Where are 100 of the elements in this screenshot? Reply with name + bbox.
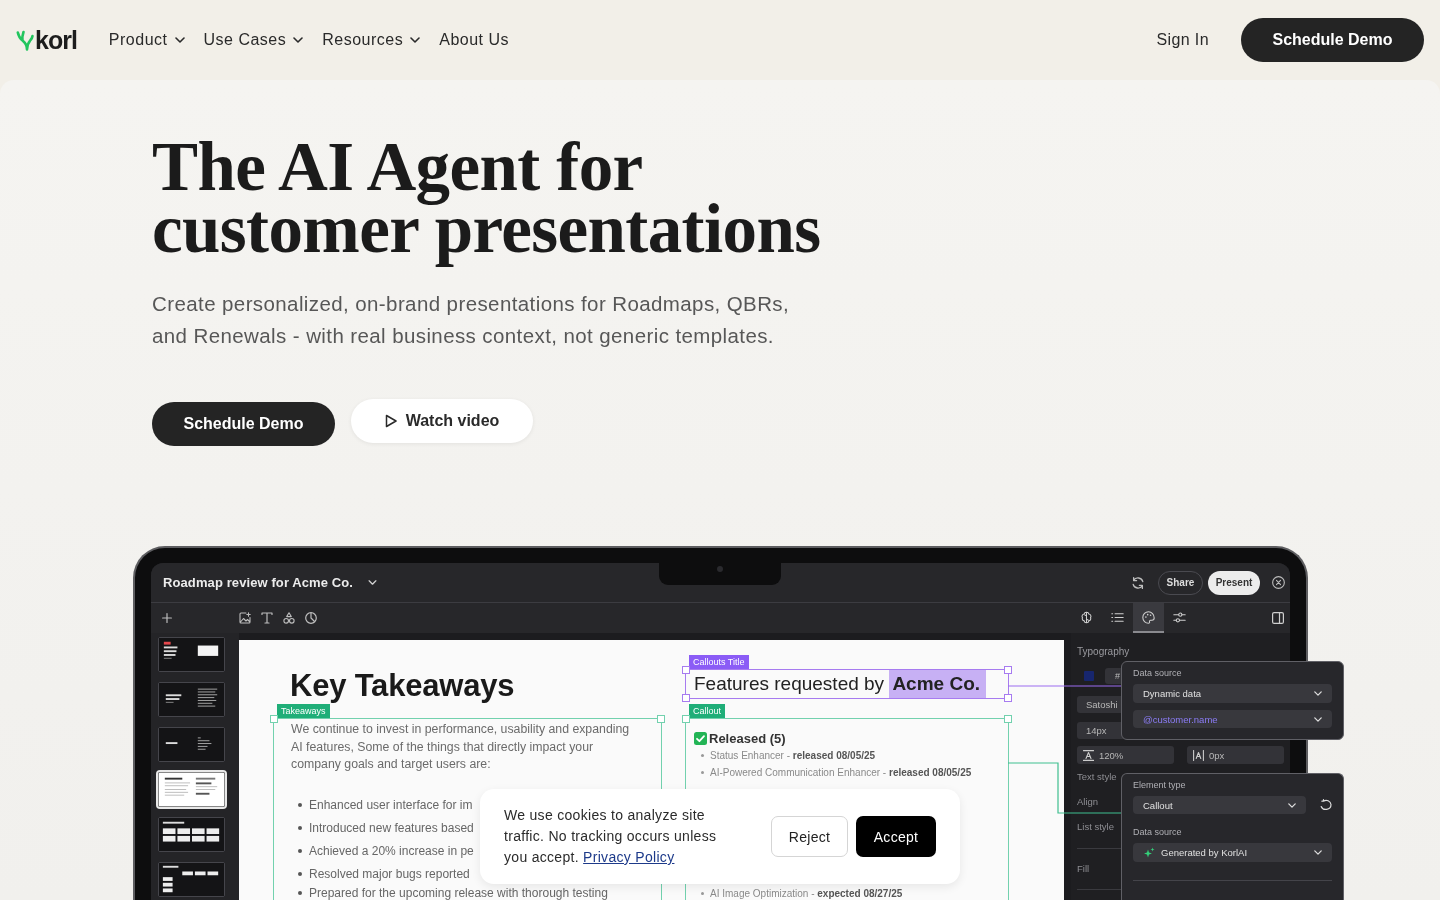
sliders-icon	[1173, 610, 1186, 624]
hero-headline: The AI Agent for customer presentations	[152, 130, 822, 266]
dropdown-field[interactable]: @customer.name	[1133, 710, 1332, 728]
nav-menu-item[interactable]: About Us	[439, 31, 510, 49]
line-height-icon	[1083, 749, 1094, 761]
resize-handle[interactable]	[1004, 694, 1012, 702]
refresh-icon[interactable]	[1320, 799, 1332, 811]
schedule-demo-button[interactable]: Schedule Demo	[1241, 18, 1424, 62]
brain-icon	[1080, 610, 1093, 624]
branch-logo-icon	[16, 29, 34, 51]
play-icon	[384, 414, 397, 428]
dropdown-field[interactable]: Dynamic data	[1133, 684, 1332, 703]
watch-video-button[interactable]: Watch video	[351, 399, 533, 443]
slide-preview-drawing	[159, 728, 224, 761]
resize-handle[interactable]	[682, 666, 690, 674]
takeaway-item: Achieved a 20% increase in pe	[309, 844, 474, 858]
slide-preview-drawing	[159, 863, 224, 896]
takeaway-item: Enhanced user interface for im	[309, 798, 473, 812]
slide-preview-drawing	[159, 818, 224, 851]
document-title: Roadmap review for Acme Co.	[163, 575, 354, 590]
chevron-down-icon	[1288, 802, 1296, 808]
property-label: Align	[1077, 795, 1099, 809]
refresh-icon[interactable]	[1131, 575, 1145, 590]
chevron-down-icon	[1314, 716, 1322, 722]
callout-item: AI-Powered Communication Enhancer - released 08/05/25	[710, 767, 972, 778]
popup-label: Data source	[1133, 667, 1182, 679]
hero-subtitle: Create personalized, on-brand presentations for Roadmaps, QBRs, and Renewals - with real business context, not generic templates.	[152, 291, 791, 349]
slide-preview-drawing	[159, 638, 224, 671]
line-height-field[interactable]: 120%	[1077, 746, 1174, 764]
close-icon[interactable]	[1272, 576, 1285, 589]
bullet-icon	[298, 872, 302, 876]
slide-title: Key Takeaways	[290, 667, 515, 704]
schedule-demo-button[interactable]: Schedule Demo	[152, 402, 335, 446]
dropdown-field[interactable]: Callout	[1133, 796, 1306, 814]
nav-menu-item[interactable]: Use Cases	[203, 31, 304, 49]
nav-menu-item[interactable]: Product	[108, 31, 185, 49]
sparkle-icon	[1143, 846, 1155, 859]
letter-spacing-field[interactable]: 0px	[1187, 746, 1284, 764]
bullet-icon	[701, 771, 704, 774]
selection-frame[interactable]: Features requested by Acme Co.	[685, 669, 1009, 699]
popup-label: Element type	[1133, 779, 1186, 791]
resize-handle[interactable]	[270, 715, 278, 723]
slide-thumbnail[interactable]	[158, 862, 225, 897]
chevron-down-icon	[1314, 850, 1322, 855]
add-icon[interactable]	[162, 613, 172, 623]
shapes-icon[interactable]	[283, 612, 295, 624]
camera-icon	[717, 566, 723, 572]
property-label: Text style	[1077, 770, 1117, 784]
dropdown-field[interactable]: Generated by KorlAI	[1133, 843, 1332, 862]
slide-preview-drawing	[159, 773, 224, 806]
slide-preview-drawing	[159, 683, 224, 716]
accept-button[interactable]: Accept	[856, 816, 936, 857]
popup-label: Data source	[1133, 826, 1182, 838]
resize-handle[interactable]	[657, 715, 665, 723]
property-label: List style	[1077, 820, 1114, 834]
resize-handle[interactable]	[1004, 666, 1012, 674]
slide-thumbnail[interactable]	[158, 817, 225, 852]
list-icon	[1111, 610, 1124, 624]
image-icon[interactable]	[239, 612, 251, 624]
slide-thumbnail[interactable]	[158, 682, 225, 717]
bullet-icon	[298, 803, 302, 807]
sign-in-link[interactable]: Sign In	[1156, 31, 1209, 49]
takeaway-item: Introduced new features based	[309, 821, 474, 835]
section-label: Typography	[1077, 645, 1130, 659]
callout-item: Status Enhancer - released 08/05/25	[710, 750, 876, 761]
panel-tab[interactable]	[1133, 603, 1164, 633]
letter-spacing-icon	[1193, 749, 1204, 761]
privacy-policy-link[interactable]: Privacy Policy	[583, 849, 675, 865]
takeaway-item: Prepared for the upcoming release with thorough testing	[309, 886, 608, 900]
nav-menu-item[interactable]: Resources	[322, 31, 421, 49]
element-tag: Callout	[689, 704, 725, 718]
bullet-icon	[298, 826, 302, 830]
reject-button[interactable]: Reject	[771, 816, 848, 857]
slide-thumbnail[interactable]	[158, 637, 225, 672]
check-mark-icon	[694, 731, 707, 745]
text-tool-icon[interactable]	[261, 612, 273, 624]
element-tag: Callouts Title	[689, 655, 749, 669]
resize-handle[interactable]	[682, 715, 690, 723]
bullet-icon	[701, 891, 704, 895]
logo-link[interactable]: korl	[16, 25, 77, 55]
color-swatch-icon[interactable]	[1084, 671, 1094, 681]
resize-handle[interactable]	[1004, 715, 1012, 723]
resize-handle[interactable]	[682, 694, 690, 702]
slide-thumbnail[interactable]	[158, 727, 225, 762]
bullet-icon	[298, 849, 302, 853]
pie-chart-icon[interactable]	[305, 612, 317, 624]
cookie-notice-text: We use cookies to analyze site traffic. No tracking occurs unless you accept. Privacy Policy	[504, 806, 718, 867]
callouts-heading: Features requested by Acme Co.	[694, 670, 987, 698]
sidebar-toggle-icon[interactable]	[1272, 612, 1284, 624]
callout-item: AI Image Optimization - expected 08/27/25	[710, 887, 903, 899]
takeaways-paragraph: We continue to invest in performance, usability and expanding AI features, Some of the things that directly impact your company goals and target users are:	[291, 721, 631, 773]
palette-icon	[1142, 610, 1155, 624]
bullet-icon	[701, 754, 704, 757]
present-button[interactable]: Present	[1208, 570, 1260, 595]
slide-thumbnail[interactable]	[158, 772, 225, 807]
takeaway-item: Resolved major bugs reported	[309, 867, 470, 881]
element-tag: Takeaways	[277, 704, 330, 718]
chevron-down-icon	[1314, 691, 1322, 696]
bullet-icon	[298, 891, 302, 895]
property-label: Fill	[1077, 862, 1090, 876]
